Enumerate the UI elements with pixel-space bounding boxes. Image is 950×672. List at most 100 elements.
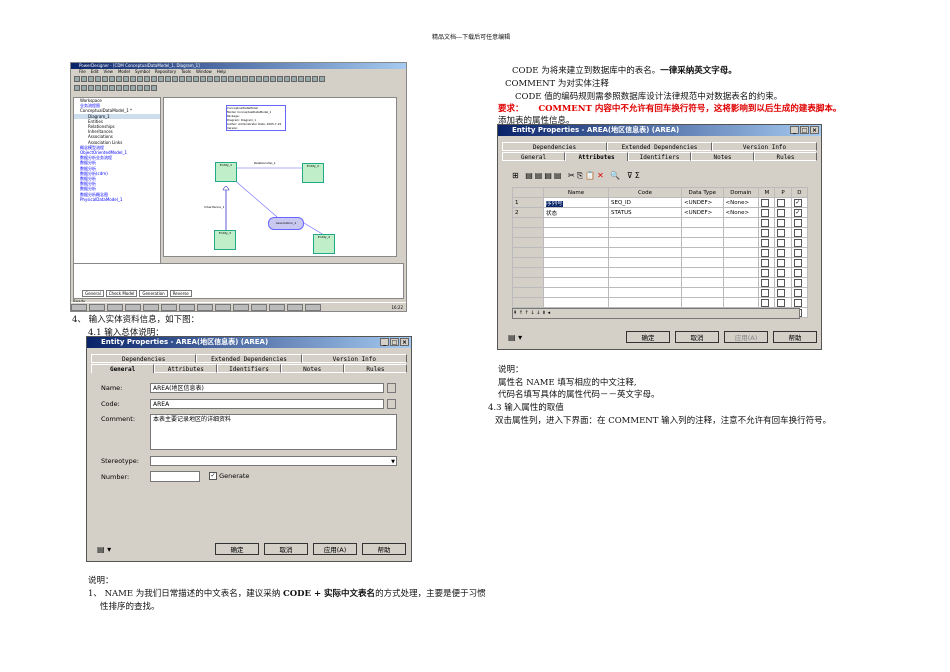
tab-notes[interactable]: Notes (691, 152, 754, 161)
type-cell[interactable]: <UNDEF> (681, 207, 724, 218)
tab-reverse[interactable]: Reverse (169, 290, 192, 297)
close-button[interactable]: × (810, 126, 819, 134)
tab-attributes[interactable]: Attributes (565, 152, 628, 161)
model-title-block[interactable]: ConceptualDataModel Model: ConceptualDat… (226, 105, 286, 131)
m-checkbox[interactable] (761, 208, 770, 217)
number-input[interactable] (150, 471, 200, 482)
col-data-type[interactable]: Data Type (681, 187, 724, 198)
domain-cell[interactable]: <None> (722, 207, 760, 218)
step-4: 4、 输入实体资料信息，如下图： (72, 315, 200, 325)
browser-tree[interactable]: Workspace 业务流程图 ConceptualDataModel_1 * … (73, 97, 161, 289)
grid-navigation-scrollbar[interactable]: ⇞ ↑ ↑ ↓ ↓ ⇟ ◂ (512, 308, 800, 319)
entity-4[interactable]: Entity_4 (313, 234, 335, 254)
note-text: 的方式处理，主要是便于习惯 (375, 589, 486, 599)
code-input[interactable]: AREA (150, 399, 384, 409)
tab-version-info[interactable]: Version Info (301, 354, 407, 363)
p-checkbox[interactable] (777, 198, 786, 207)
p-checkbox[interactable] (777, 208, 786, 217)
code-cell[interactable]: SEQ_ID (608, 197, 682, 208)
col-name[interactable]: Name (543, 187, 609, 198)
name-input[interactable]: AREA(地区信息表) (150, 383, 384, 393)
entity-3[interactable]: Entity_3 (214, 230, 236, 250)
menu-window[interactable]: Window (196, 69, 212, 74)
inheritance-label[interactable]: Inheritance_1 (204, 205, 224, 209)
generate-checkbox[interactable]: ✓ Generate (209, 472, 249, 480)
apply-button[interactable]: 应用(A) (313, 543, 357, 555)
tab-general[interactable]: General (82, 290, 104, 297)
tab-version-info[interactable]: Version Info (712, 142, 817, 151)
diagram-canvas[interactable]: ConceptualDataModel Model: ConceptualDat… (163, 97, 397, 257)
menu-symbol[interactable]: Symbol (135, 69, 150, 74)
title-block-line: Version: (227, 126, 239, 130)
col-d[interactable]: D (790, 187, 809, 198)
name-cell[interactable]: 序列号 (546, 200, 563, 207)
properties-menu-icon[interactable]: ▤ ▾ (97, 545, 111, 554)
tab-identifiers[interactable]: Identifiers (217, 364, 281, 373)
properties-menu-icon[interactable]: ▤ ▾ (508, 333, 522, 342)
tab-dependencies[interactable]: Dependencies (91, 354, 197, 363)
menu-view[interactable]: View (103, 69, 113, 74)
tab-attributes[interactable]: Attributes (154, 364, 218, 373)
cancel-button[interactable]: 取消 (675, 331, 719, 343)
tree-item[interactable]: PhysicalDataModel_1 (74, 197, 160, 202)
tab-general[interactable]: General (91, 364, 155, 373)
association-1[interactable]: Association_1 (268, 217, 304, 230)
attributes-toolbar[interactable]: ⊞ ▤▤▤▤ ✂⎘📋✕ 🔍 ⊽Σ (512, 171, 642, 181)
ok-button[interactable]: 确定 (215, 543, 259, 555)
apply-button[interactable]: 应用(A) (724, 331, 768, 343)
tab-extended-dependencies[interactable]: Extended Dependencies (196, 354, 302, 363)
menu-file[interactable]: File (79, 69, 86, 74)
menu-tools[interactable]: Tools (181, 69, 191, 74)
tab-dependencies[interactable]: Dependencies (502, 142, 607, 151)
note-1-cont: 性排序的查找。 (100, 602, 160, 612)
tab-rules[interactable]: Rules (754, 152, 817, 161)
entity-2[interactable]: Entity_2 (302, 163, 324, 183)
comment-textarea[interactable]: 本表主要记录地区的详细资料 (150, 414, 397, 450)
domain-cell[interactable]: <None> (722, 197, 760, 208)
entity-1[interactable]: Entity_1 (215, 162, 237, 182)
close-button[interactable]: × (400, 338, 409, 346)
stereotype-select[interactable]: ▼ (150, 456, 397, 466)
menu-repository[interactable]: Repository (155, 69, 176, 74)
menu-help[interactable]: Help (217, 69, 226, 74)
table-row[interactable]: 2 状态 STATUS <UNDEF> <None> ✓ (512, 207, 809, 218)
page-header: 精品文档---下载后可任意编辑 (432, 34, 511, 41)
tab-identifiers[interactable]: Identifiers (628, 152, 691, 161)
tab-generation[interactable]: Generation (139, 290, 168, 297)
maximize-button[interactable]: □ (800, 126, 809, 134)
m-checkbox[interactable] (761, 198, 770, 207)
code-more-button[interactable] (387, 399, 396, 409)
col-m[interactable]: M (758, 187, 776, 198)
requirement: 要求： COMMENT 内容中不允许有回车换行符号，这将影响到以后生成的建表脚本… (498, 102, 841, 114)
code-cell[interactable]: STATUS (608, 207, 682, 218)
col-code[interactable]: Code (608, 187, 682, 198)
cancel-button[interactable]: 取消 (264, 543, 308, 555)
minimize-button[interactable]: _ (790, 126, 799, 134)
palette-toolbar[interactable] (74, 85, 403, 93)
name-cell[interactable]: 状态 (543, 207, 609, 218)
name-more-button[interactable] (387, 383, 396, 393)
menu-edit[interactable]: Edit (91, 69, 99, 74)
col-domain[interactable]: Domain (722, 187, 760, 198)
d-checkbox[interactable]: ✓ (793, 198, 802, 207)
type-cell[interactable]: <UNDEF> (681, 197, 724, 208)
tab-general[interactable]: General (502, 152, 565, 161)
number-label: Number: (101, 473, 130, 481)
attributes-grid[interactable]: Name Code Data Type Domain M P D 1 序列号 SEQ_ID <UN… (512, 187, 809, 318)
tab-extended-dependencies[interactable]: Extended Dependencies (607, 142, 712, 151)
tab-check-model[interactable]: Check Model (105, 290, 138, 297)
maximize-button[interactable]: □ (390, 338, 399, 346)
d-checkbox[interactable]: ✓ (793, 208, 802, 217)
menu-model[interactable]: Model (118, 69, 130, 74)
tab-notes[interactable]: Notes (280, 364, 344, 373)
table-row[interactable]: 1 序列号 SEQ_ID <UNDEF> <None> ✓ (512, 197, 809, 208)
toolbar[interactable] (74, 76, 403, 84)
col-p[interactable]: P (774, 187, 792, 198)
output-panel: General Check Model Generation Reverse (73, 263, 404, 299)
help-button[interactable]: 帮助 (773, 331, 817, 343)
help-button[interactable]: 帮助 (362, 543, 406, 555)
relationship-label[interactable]: Relationship_1 (254, 161, 276, 165)
ok-button[interactable]: 确定 (626, 331, 670, 343)
tab-rules[interactable]: Rules (343, 364, 408, 373)
minimize-button[interactable]: _ (380, 338, 389, 346)
